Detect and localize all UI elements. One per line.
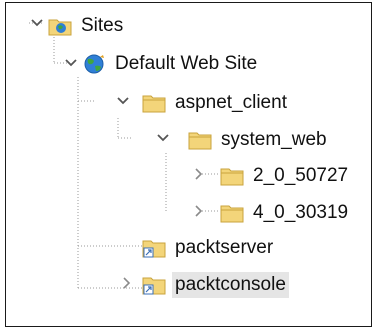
tree-node-label: Sites — [81, 15, 124, 36]
sites-icon — [48, 19, 72, 36]
folder-icon — [220, 205, 244, 223]
chevron-down-icon[interactable] — [156, 131, 170, 145]
folder-icon — [220, 168, 244, 186]
tree-node-label: Default Web Site — [115, 53, 258, 74]
chevron-down-icon[interactable] — [116, 94, 130, 108]
tree-node-label: 4_0_30319 — [253, 202, 349, 223]
tree-node-label: packtserver — [175, 237, 274, 258]
tree-node-label: 2_0_50727 — [253, 165, 349, 186]
application-folder-icon — [142, 240, 166, 258]
chevron-right-icon[interactable] — [192, 167, 206, 181]
folder-icon — [142, 95, 166, 113]
chevron-down-icon[interactable] — [64, 56, 78, 70]
tree-node-label: packtconsole — [172, 272, 289, 298]
chevron-right-icon[interactable] — [120, 276, 134, 290]
tree-node-label: system_web — [221, 129, 327, 150]
folder-icon — [188, 132, 212, 150]
globe-icon — [84, 54, 104, 74]
chevron-down-icon[interactable] — [30, 16, 44, 30]
chevron-right-icon[interactable] — [192, 204, 206, 218]
iis-connections-tree: Sites Default Web Site aspnet_client sys… — [5, 2, 372, 327]
tree-node-label: aspnet_client — [175, 92, 287, 113]
application-folder-icon — [142, 277, 166, 295]
